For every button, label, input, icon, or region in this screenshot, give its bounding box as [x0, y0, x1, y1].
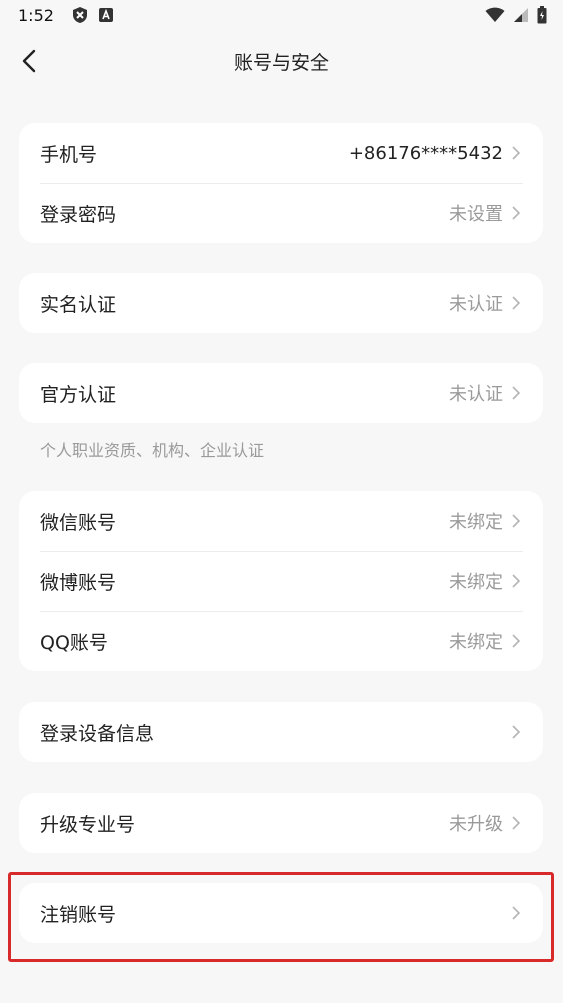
row-label: 升级专业号	[40, 813, 136, 836]
chevron-right-icon	[512, 296, 521, 310]
card-official: 官方认证 未认证	[19, 363, 543, 423]
chevron-left-icon	[22, 49, 36, 73]
row-value: +86176****5432	[348, 142, 503, 164]
row-pro[interactable]: 升级专业号 未升级	[19, 793, 543, 853]
card-pro: 升级专业号 未升级	[19, 793, 543, 853]
row-qq[interactable]: QQ账号 未绑定	[19, 611, 543, 671]
row-value: 未升级	[449, 814, 503, 835]
status-bar: 1:52	[0, 0, 563, 30]
row-label: 手机号	[40, 143, 98, 166]
row-value: 未认证	[449, 294, 503, 315]
chevron-right-icon	[512, 514, 521, 528]
row-password[interactable]: 登录密码 未设置	[19, 183, 543, 243]
row-label: 官方认证	[40, 383, 117, 406]
card-account: 手机号 +86176****5432 登录密码 未设置	[19, 123, 543, 243]
row-value: 未绑定	[449, 572, 503, 593]
nav-bar: 账号与安全	[0, 30, 563, 92]
row-value: 未认证	[449, 384, 503, 405]
chevron-right-icon	[512, 725, 521, 739]
card-realname: 实名认证 未认证	[19, 273, 543, 333]
row-label: 实名认证	[40, 293, 117, 316]
row-label: 登录设备信息	[40, 722, 155, 745]
row-weibo[interactable]: 微博账号 未绑定	[19, 551, 543, 611]
row-label: QQ账号	[40, 631, 108, 654]
row-label: 微信账号	[40, 511, 117, 534]
row-label: 微博账号	[40, 571, 117, 594]
official-hint: 个人职业资质、机构、企业认证	[40, 441, 265, 460]
shield-icon	[72, 6, 88, 24]
row-value: 未绑定	[449, 512, 503, 533]
highlight-box	[8, 872, 554, 962]
chevron-right-icon	[512, 206, 521, 220]
card-social: 微信账号 未绑定 微博账号 未绑定 QQ账号 未绑定	[19, 491, 543, 671]
row-value: 未绑定	[449, 632, 503, 653]
chevron-right-icon	[512, 634, 521, 648]
row-wechat[interactable]: 微信账号 未绑定	[19, 491, 543, 551]
signal-icon	[513, 7, 529, 23]
chevron-right-icon	[512, 574, 521, 588]
chevron-right-icon	[512, 146, 521, 160]
page-title: 账号与安全	[233, 51, 329, 74]
row-official[interactable]: 官方认证 未认证	[19, 363, 543, 423]
row-phone[interactable]: 手机号 +86176****5432	[19, 123, 543, 183]
chevron-right-icon	[512, 386, 521, 400]
status-time: 1:52	[18, 5, 54, 25]
card-devices: 登录设备信息	[19, 702, 543, 762]
back-button[interactable]	[16, 48, 42, 74]
row-label: 登录密码	[40, 203, 117, 226]
chevron-right-icon	[512, 816, 521, 830]
app-a-icon	[98, 7, 114, 23]
battery-icon	[537, 6, 547, 24]
row-realname[interactable]: 实名认证 未认证	[19, 273, 543, 333]
row-value: 未设置	[449, 204, 503, 225]
wifi-icon	[485, 7, 505, 23]
row-devices[interactable]: 登录设备信息	[19, 702, 543, 762]
